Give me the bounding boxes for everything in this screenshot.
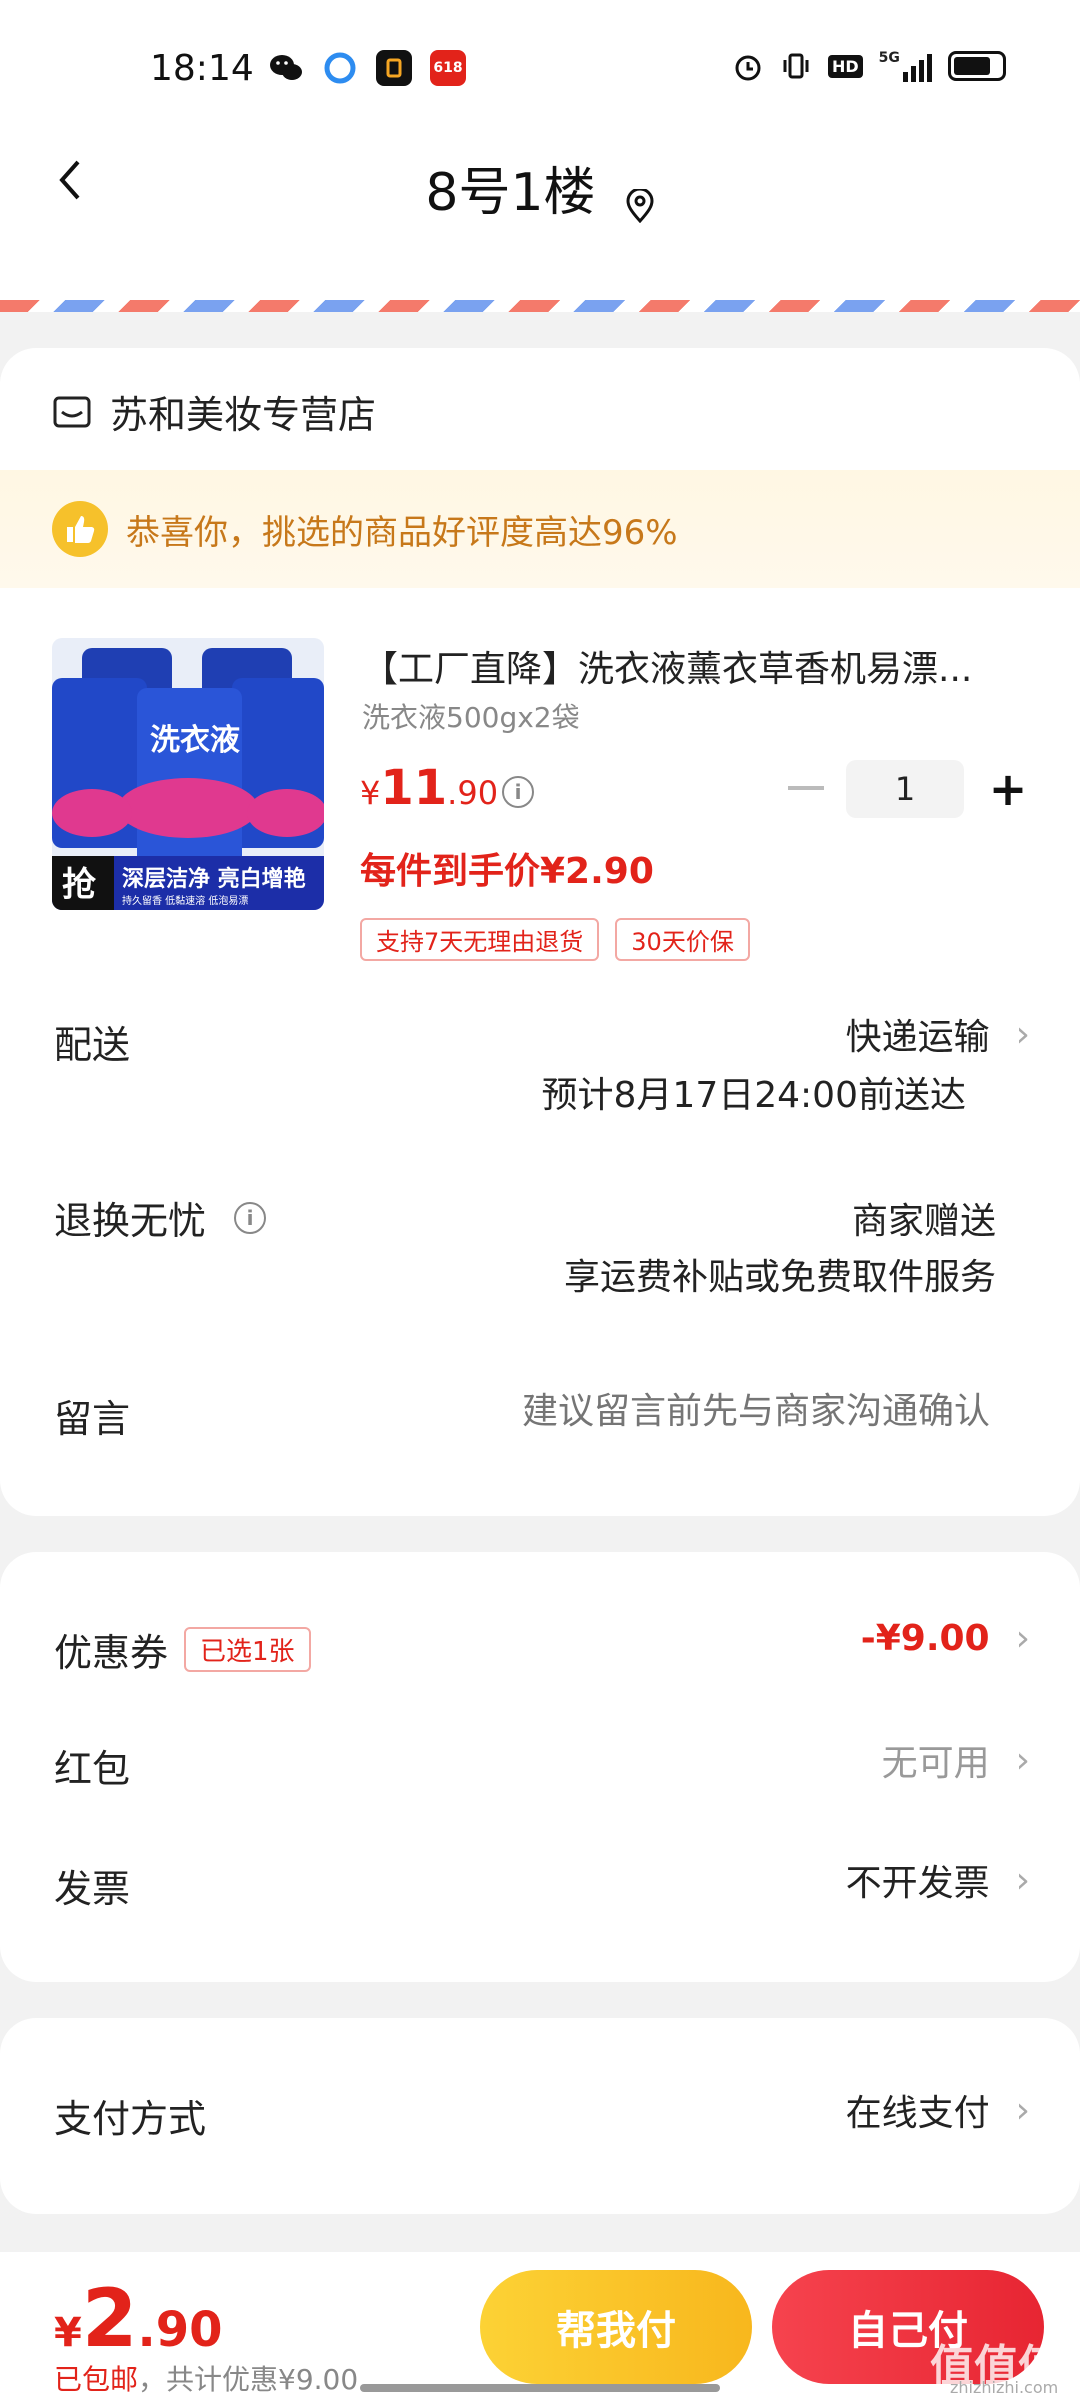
- payment-card: 支付方式 在线支付 ›: [0, 2018, 1080, 2214]
- thumbs-up-icon: [52, 501, 108, 557]
- slogan-label: 深层洁净 亮白增艳: [122, 866, 306, 892]
- price-currency: ¥: [360, 774, 381, 812]
- 618-icon: 618: [430, 50, 466, 86]
- status-indicators: HD 5G: [732, 50, 1006, 82]
- red-packet-row[interactable]: 无可用 ›: [600, 1734, 1030, 1786]
- discount-text: ，共计优惠¥9.00: [138, 2363, 359, 2396]
- store-icon: [53, 396, 91, 427]
- message-label: 留言: [54, 1397, 131, 1441]
- alarm-icon: [735, 55, 761, 81]
- service-tags: 支持7天无理由退货 30天价保: [360, 918, 750, 961]
- network-type: 5G: [878, 50, 900, 66]
- vibrate-icon: [783, 53, 809, 79]
- price-decimal: .90: [447, 774, 499, 812]
- home-indicator[interactable]: [360, 2384, 720, 2392]
- payment-row[interactable]: 在线支付 ›: [600, 2084, 1030, 2136]
- info-icon: i: [502, 776, 534, 808]
- red-packet-value: 无可用: [881, 1743, 990, 1784]
- page-title: 8号1楼: [425, 163, 596, 223]
- browser-icon: [322, 50, 358, 86]
- product-price: ¥11.90: [360, 760, 498, 816]
- invoice-row[interactable]: 不开发票 ›: [600, 1854, 1030, 1906]
- quantity-input[interactable]: 1: [846, 760, 964, 818]
- product-spec[interactable]: 洗衣液500gx2袋: [362, 696, 580, 736]
- delivery-method-row[interactable]: 快递运输 ›: [500, 1008, 1030, 1060]
- deal-price: 每件到手价¥2.90: [360, 851, 654, 892]
- product-title[interactable]: 【工厂直降】洗衣液薰衣草香机易漂...: [362, 640, 1022, 692]
- info-icon[interactable]: i: [234, 1201, 267, 1234]
- total-integer: 2: [81, 2272, 138, 2365]
- battery-icon: [947, 51, 1006, 81]
- returns-label: 退换无忧: [54, 1199, 207, 1243]
- service-tag: 支持7天无理由退货: [360, 918, 600, 961]
- quantity-decrease-button[interactable]: [788, 786, 824, 790]
- product-image[interactable]: 抢 深层洁净 亮白增艳 持久留香 低黏速溶 低泡易漂 洗衣液: [52, 638, 324, 910]
- chevron-right-icon: ›: [1015, 1739, 1030, 1781]
- wechat-icon: [268, 50, 304, 86]
- small-label: 持久留香 低黏速溶 低泡易漂: [122, 894, 248, 907]
- quantity-increase-button[interactable]: +: [986, 760, 1030, 818]
- address-title[interactable]: 8号1楼: [0, 150, 1080, 225]
- grab-label: 抢: [62, 865, 97, 905]
- status-bar: 18:14 618 HD 5G: [0, 0, 1080, 130]
- envelope-divider: [0, 300, 1080, 312]
- promo-text: 恭喜你，挑选的商品好评度高达96%: [126, 512, 678, 553]
- payment-value: 在线支付: [845, 2093, 990, 2134]
- red-packet-label: 红包: [54, 1747, 131, 1791]
- discount-card: 优惠券 已选1张 -¥9.00 › 红包 无可用 › 发票 不开发票 ›: [0, 1552, 1080, 1982]
- help-pay-button[interactable]: 帮我付: [480, 2270, 752, 2384]
- location-pin-icon: [626, 188, 654, 223]
- returns-value: 商家赠送: [851, 1201, 996, 1242]
- returns-desc: 享运费补贴或免费取件服务: [563, 1257, 996, 1298]
- chevron-right-icon: ›: [1015, 2089, 1030, 2131]
- total-price: ¥2.90: [54, 2272, 223, 2365]
- price-integer: 11: [380, 760, 448, 816]
- chevron-right-icon: ›: [1015, 1013, 1030, 1055]
- coupon-label: 优惠券: [54, 1631, 169, 1675]
- service-tag: 30天价保: [615, 918, 750, 961]
- returns-label-row: 退换无忧 i: [54, 1190, 267, 1245]
- signal-icon: 5G: [879, 50, 932, 82]
- order-card: 苏和美妆专营店 恭喜你，挑选的商品好评度高达96% 抢 深层洁净 亮白增艳 持久…: [0, 348, 1080, 1516]
- page-header: 8号1楼: [0, 130, 1080, 310]
- total-subtext: 已包邮，共计优惠¥9.00: [54, 2358, 358, 2398]
- delivery-method: 快递运输: [845, 1017, 990, 1058]
- invoice-value: 不开发票: [845, 1863, 990, 1904]
- total-decimal: .90: [137, 2302, 223, 2358]
- message-input[interactable]: [260, 1376, 990, 1446]
- status-app-icons: 618: [268, 50, 466, 86]
- total-currency: ¥: [54, 2310, 82, 2356]
- coupon-value: -¥9.00: [860, 1618, 990, 1659]
- brand-label: 洗衣液: [150, 723, 240, 758]
- coupon-label-row: 优惠券 已选1张: [54, 1622, 311, 1677]
- watermark-url: zhizhizhi.com: [950, 2378, 1059, 2397]
- price-info-button[interactable]: i: [502, 776, 534, 808]
- payment-label: 支付方式: [54, 2097, 207, 2141]
- promo-banner: 恭喜你，挑选的商品好评度高达96%: [0, 470, 1080, 588]
- coupon-row[interactable]: -¥9.00 ›: [600, 1618, 1030, 1659]
- coupon-badge: 已选1张: [184, 1627, 311, 1672]
- invoice-label: 发票: [54, 1867, 131, 1911]
- chevron-right-icon: ›: [1015, 1618, 1030, 1659]
- status-time: 18:14: [150, 48, 254, 89]
- checkout-bar: ¥2.90 已包邮，共计优惠¥9.00 帮我付 自己付: [0, 2252, 1080, 2400]
- delivery-eta: 预计8月17日24:00前送达: [541, 1075, 966, 1116]
- free-shipping-text: 已包邮: [54, 2363, 139, 2396]
- hd-icon: HD: [828, 54, 863, 78]
- 618-badge-text: 618: [433, 60, 463, 76]
- store-name: 苏和美妆专营店: [110, 393, 377, 437]
- chevron-right-icon: ›: [1015, 1859, 1030, 1901]
- delivery-label: 配送: [54, 1023, 131, 1067]
- store-row[interactable]: 苏和美妆专营店: [52, 384, 376, 439]
- app-icon: [376, 50, 412, 86]
